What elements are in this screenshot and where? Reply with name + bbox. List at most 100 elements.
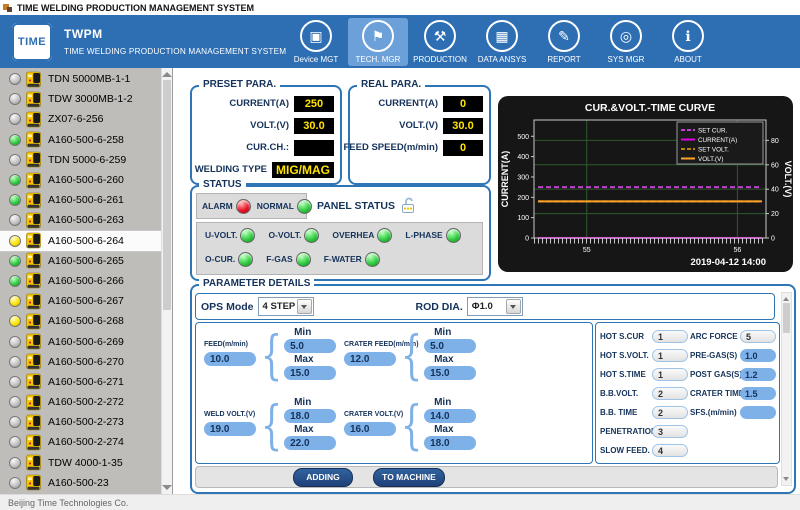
left-tick-label: 300 — [517, 174, 529, 181]
params-scrollbar-thumb[interactable] — [783, 303, 790, 333]
welding-machine-icon — [26, 131, 41, 148]
device-status-led — [9, 315, 21, 327]
device-list-item[interactable]: A160-500-6-271 — [0, 372, 162, 392]
to-machine-button[interactable]: TO MACHINE — [373, 468, 445, 487]
extra-param-pill[interactable]: 1.5 — [740, 387, 776, 400]
indicator-label: O-CUR. — [205, 254, 235, 264]
nav-item-device-mgt[interactable]: ▣Device MGT — [286, 18, 346, 66]
extra-param-pill[interactable]: 1 — [652, 349, 688, 362]
min-value-pill[interactable]: 14.0 — [424, 409, 476, 423]
nav-item-label: TECH. MGR — [356, 55, 401, 64]
device-list-item[interactable]: A160-500-6-263 — [0, 210, 162, 230]
extra-param-pill[interactable]: 3 — [652, 425, 688, 438]
extra-param-pill[interactable]: 1.2 — [740, 368, 776, 381]
device-list-item[interactable]: A160-500-6-264 — [0, 231, 162, 251]
device-list-item[interactable]: A160-500-2-274 — [0, 432, 162, 452]
device-name: A160-500-6-263 — [48, 214, 124, 226]
scroll-up-icon[interactable] — [162, 72, 172, 77]
min-value-pill[interactable]: 18.0 — [284, 409, 336, 423]
nav-item-tech-mgr[interactable]: ⚑ TECH. MGR — [348, 18, 408, 66]
max-value-pill[interactable]: 15.0 — [284, 366, 336, 380]
group-value-pill[interactable]: 19.0 — [204, 422, 256, 436]
device-list-item[interactable]: A160-500-23 — [0, 473, 162, 493]
device-name: A160-500-6-270 — [48, 356, 124, 368]
indicator-row: O-CUR.F-GASF-WATER — [197, 247, 482, 271]
device-name: ZX07-6-256 — [48, 113, 103, 125]
device-status-led — [9, 356, 21, 368]
param-row: VOLT.(V)30.0 — [354, 117, 483, 134]
extra-param-pill[interactable]: 4 — [652, 444, 688, 457]
device-list-item[interactable]: A160-500-2-272 — [0, 392, 162, 412]
scroll-down-icon[interactable] — [162, 485, 172, 490]
welding-machine-icon — [26, 111, 41, 128]
device-list-item[interactable]: TDN 5000MB-1-1 — [0, 69, 162, 89]
nav-item-report[interactable]: ✎REPORT — [534, 18, 594, 66]
nav-item-about[interactable]: ℹABOUT — [658, 18, 718, 66]
device-list-item[interactable]: A160-500-6-258 — [0, 130, 162, 150]
device-list-item[interactable]: ZX07-6-256 — [0, 109, 162, 129]
sys-mgr-icon: ◎ — [610, 20, 642, 52]
ops-mode-value: 4 STEP — [263, 301, 297, 312]
extra-param-pill[interactable]: 5 — [740, 330, 776, 343]
device-name: A160-500-2-274 — [48, 436, 124, 448]
extra-param-pill[interactable] — [740, 406, 776, 419]
tech-mgr-icon: ⚑ — [362, 20, 394, 52]
nav-item-data-ansys[interactable]: ▦DATA ANSYS — [472, 18, 532, 66]
dropdown-arrow-icon[interactable] — [297, 299, 312, 314]
min-value-pill[interactable]: 5.0 — [284, 339, 336, 353]
logo-text: TIME — [18, 36, 46, 48]
param-value-display: 30.0 — [294, 118, 334, 134]
indicator-led — [365, 252, 380, 267]
indicator-led — [446, 228, 461, 243]
nav-item-production[interactable]: ⚒PRODUCTION — [410, 18, 470, 66]
device-list-item[interactable]: TDW 4000-1-35 — [0, 453, 162, 473]
group-value-pill[interactable]: 10.0 — [204, 352, 256, 366]
device-list-item[interactable]: A160-500-6-270 — [0, 352, 162, 372]
sidebar-scrollbar[interactable] — [161, 68, 172, 494]
max-value-pill[interactable]: 22.0 — [284, 436, 336, 450]
device-list-item[interactable]: A160-500-6-269 — [0, 331, 162, 351]
device-list-item[interactable]: A160-500-6-265 — [0, 251, 162, 271]
extra-param-pill[interactable]: 1.0 — [740, 349, 776, 362]
ops-row: OPS Mode 4 STEP ROD DIA. Φ1.0 — [195, 293, 775, 320]
indicator-label: O-VOLT. — [268, 230, 301, 240]
param-label: VOLT.(V) — [399, 120, 438, 131]
device-list-item[interactable]: TDW 3000MB-1-2 — [0, 89, 162, 109]
device-list-item[interactable]: TDN 5000-6-259 — [0, 150, 162, 170]
device-list-item[interactable]: A160-500-6-261 — [0, 190, 162, 210]
device-list-item[interactable]: A160-500-6-267 — [0, 291, 162, 311]
chart-panel: CUR.&VOLT.-TIME CURVE0100200300400500020… — [498, 96, 793, 272]
nav-item-sys-mgr[interactable]: ◎SYS MGR — [596, 18, 656, 66]
ops-mode-select[interactable]: 4 STEP — [258, 297, 314, 316]
device-name: A160-500-6-269 — [48, 336, 124, 348]
device-list-item[interactable]: A160-500-6-266 — [0, 271, 162, 291]
window-title: TIME WELDING PRODUCTION MANAGEMENT SYSTE… — [17, 3, 254, 13]
max-value-pill[interactable]: 15.0 — [424, 366, 476, 380]
group-value-pill[interactable]: 12.0 — [344, 352, 396, 366]
extra-param-label: SLOW FEED. — [600, 446, 650, 455]
group-value-pill[interactable]: 16.0 — [344, 422, 396, 436]
extra-param-label: PRE-GAS(S) — [690, 351, 737, 360]
scroll-down-icon[interactable] — [783, 477, 789, 481]
device-list-item[interactable]: A160-500-6-268 — [0, 311, 162, 331]
params-scrollbar[interactable] — [781, 292, 792, 486]
sidebar-scrollbar-thumb[interactable] — [163, 80, 171, 310]
extra-param-pill[interactable]: 1 — [652, 368, 688, 381]
group-label: CRATER VOLT.(V) — [344, 411, 403, 418]
extra-param-pill[interactable]: 1 — [652, 330, 688, 343]
param-value-display: 0 — [443, 96, 483, 112]
max-value-pill[interactable]: 18.0 — [424, 436, 476, 450]
welding-machine-icon — [26, 232, 41, 249]
max-label: Max — [434, 424, 476, 435]
dropdown-arrow-icon[interactable] — [506, 299, 521, 314]
device-list-item[interactable]: A160-500-6-260 — [0, 170, 162, 190]
scroll-up-icon[interactable] — [783, 297, 789, 301]
indicator-led — [304, 228, 319, 243]
extra-param-pill[interactable]: 2 — [652, 387, 688, 400]
rod-dia-select[interactable]: Φ1.0 — [467, 297, 523, 316]
adding-button[interactable]: ADDING — [293, 468, 353, 487]
min-value-pill[interactable]: 5.0 — [424, 339, 476, 353]
device-list-item[interactable]: A160-500-2-273 — [0, 412, 162, 432]
extra-param-pill[interactable]: 2 — [652, 406, 688, 419]
time-logo: TIME — [12, 23, 52, 61]
